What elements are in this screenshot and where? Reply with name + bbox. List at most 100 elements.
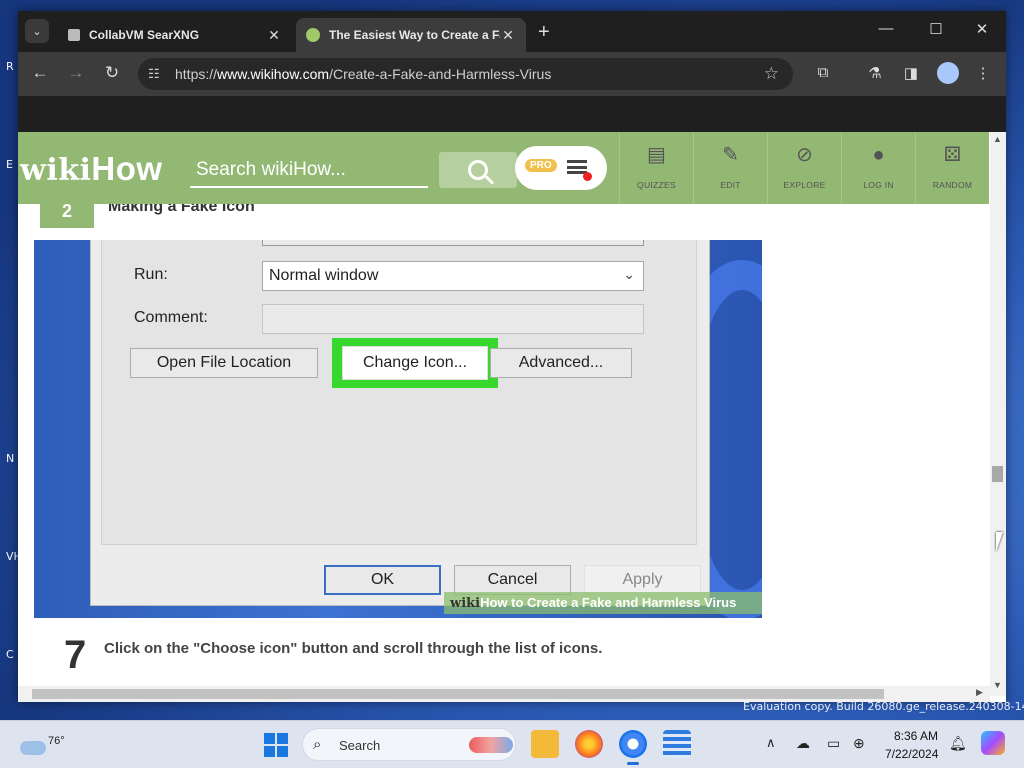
browser-window: ⌄ CollabVM SearXNG ✕ The Easiest Way to … [18, 11, 1006, 702]
comment-field [262, 304, 644, 334]
open-file-location-button: Open File Location [130, 348, 318, 378]
tab-wikihow[interactable]: The Easiest Way to Create a Fake ✕ [296, 18, 526, 52]
onedrive-icon[interactable]: ☁ [796, 735, 810, 752]
tab-collabvm-searxng[interactable]: CollabVM SearXNG ✕ [58, 18, 292, 52]
bookmark-star-icon[interactable]: ☆ [764, 64, 779, 84]
minimize-icon[interactable]: — [876, 20, 896, 37]
step-title: Making a Fake Icon [108, 204, 255, 215]
taskbar-search[interactable]: ⌕ Search [302, 728, 516, 761]
close-tab-icon[interactable]: ✕ [500, 27, 516, 44]
compass-icon: ⊘ [796, 144, 813, 166]
search-button[interactable] [439, 152, 517, 188]
chevron-down-icon: ⌄ [623, 266, 635, 282]
scroll-thumb[interactable] [992, 466, 1003, 482]
run-select: Normal window ⌄ [262, 261, 644, 291]
browser-toolbar: ← → ↻ ☷ https://www.wikihow.com/Create-a… [18, 52, 1006, 96]
file-explorer-icon[interactable] [531, 730, 559, 758]
taskbar: 76° ⌕ Search ∧ ☁ ▭ ⊕ 8:36 AM 7/22/2024 🔔… [0, 720, 1024, 768]
step-number: 2 [40, 204, 94, 228]
nav-edit[interactable]: ✎ EDIT [693, 132, 767, 204]
network-icon[interactable]: ⊕ [853, 735, 865, 752]
pro-badge: PRO [525, 159, 557, 172]
searxng-favicon-icon [68, 29, 80, 41]
cancel-button: Cancel [454, 565, 571, 595]
desktop-label[interactable]: N [6, 452, 14, 465]
wikihow-favicon-icon [306, 28, 320, 42]
address-bar[interactable]: ☷ https://www.wikihow.com/Create-a-Fake-… [138, 58, 793, 90]
search-input[interactable] [190, 154, 428, 188]
comment-label: Comment: [134, 309, 208, 326]
ok-button: OK [324, 565, 441, 595]
tab-strip: ⌄ CollabVM SearXNG ✕ The Easiest Way to … [18, 11, 1006, 52]
forward-icon[interactable]: → [65, 63, 87, 83]
nav-log-in[interactable]: ● LOG IN [841, 132, 915, 204]
maximize-icon[interactable]: ☐ [926, 20, 946, 38]
wikihow-logo[interactable]: wikiHow [20, 150, 163, 188]
tab-title: CollabVM SearXNG [89, 28, 200, 42]
step-number: 7 [64, 633, 87, 677]
cloud-icon [20, 741, 46, 755]
target-field [262, 240, 644, 246]
image-watermark: wikiHow to Create a Fake and Harmless Vi… [444, 592, 762, 614]
wikihow-header: wikiHow PRO ▤ QUIZZES ✎ EDIT ⊘ EXPLORE ● [18, 132, 989, 204]
scroll-thumb[interactable] [32, 689, 884, 699]
new-tab-icon[interactable]: + [538, 21, 550, 44]
tray-overflow-icon[interactable]: ∧ [766, 735, 776, 751]
change-icon-button: Change Icon... [342, 346, 488, 380]
chrome-icon[interactable] [619, 730, 647, 765]
scroll-right-icon[interactable]: ▶ [976, 687, 983, 698]
extensions-icon[interactable]: ⧉ [812, 64, 834, 81]
desktop-label[interactable]: C [6, 648, 14, 661]
vertical-scrollbar[interactable]: ▲ ▼ [990, 132, 1006, 696]
step-text: Click on the "Choose icon" button and sc… [104, 640, 603, 657]
url-text[interactable]: https://www.wikihow.com/Create-a-Fake-an… [175, 66, 551, 82]
notepad-icon[interactable] [663, 730, 691, 758]
scroll-down-icon[interactable]: ▼ [993, 680, 1002, 690]
site-info-icon[interactable]: ☷ [148, 66, 160, 82]
copilot-icon[interactable] [981, 731, 1005, 755]
close-tab-icon[interactable]: ✕ [266, 27, 282, 44]
side-panel-icon[interactable]: ◨ [900, 64, 922, 82]
run-value: Normal window [269, 267, 379, 284]
notification-dot [583, 172, 592, 181]
clock-date[interactable]: 7/22/2024 [885, 747, 938, 761]
menu-kebab-icon[interactable]: ⋮ [972, 64, 994, 82]
start-button[interactable] [264, 733, 288, 757]
sidebar-area [762, 204, 990, 696]
clock-time[interactable]: 8:36 AM [894, 729, 938, 743]
tab-title: The Easiest Way to Create a Fake [329, 28, 500, 42]
pencil-icon: ✎ [722, 144, 739, 166]
search-label: Search [339, 738, 381, 753]
tab-search-button[interactable]: ⌄ [25, 19, 49, 43]
nav-quizzes[interactable]: ▤ QUIZZES [619, 132, 693, 204]
advanced-button: Advanced... [490, 348, 632, 378]
desktop-label[interactable]: R [6, 60, 14, 73]
quizzes-icon: ▤ [647, 144, 666, 166]
window-close-icon[interactable]: ✕ [972, 20, 992, 38]
search-icon: ⌕ [313, 736, 322, 753]
profile-avatar-icon[interactable] [937, 62, 959, 84]
shortcut-properties-dialog: Run: Normal window ⌄ Comment: Open File … [90, 240, 710, 606]
person-icon: ● [872, 144, 885, 166]
notification-bell-icon[interactable]: 🔔︎ [949, 735, 967, 752]
page-content: 2 Making a Fake Icon Run: Normal window … [18, 132, 990, 696]
article-step-image: Run: Normal window ⌄ Comment: Open File … [34, 240, 762, 618]
reload-icon[interactable]: ↻ [101, 63, 123, 83]
display-icon[interactable]: ▭ [827, 735, 840, 752]
evaluation-watermark: Evaluation copy. Build 26080.ge_release.… [743, 700, 1024, 713]
back-icon[interactable]: ← [29, 63, 51, 83]
desktop-label[interactable]: E [6, 158, 13, 171]
weather-widget[interactable]: 76° [18, 727, 65, 763]
mouse-cursor-icon [996, 532, 1003, 552]
nav-explore[interactable]: ⊘ EXPLORE [767, 132, 841, 204]
scroll-up-icon[interactable]: ▲ [993, 134, 1002, 144]
pro-menu-button[interactable]: PRO [515, 146, 607, 190]
nav-random[interactable]: ⚄ RANDOM [915, 132, 989, 204]
labs-flask-icon[interactable]: ⚗ [864, 64, 886, 82]
apply-button: Apply [584, 565, 701, 595]
search-highlight-icon [469, 737, 513, 753]
dice-icon: ⚄ [943, 144, 962, 166]
search-icon [468, 160, 488, 180]
firefox-icon[interactable] [575, 730, 603, 758]
temperature: 76° [48, 735, 65, 747]
